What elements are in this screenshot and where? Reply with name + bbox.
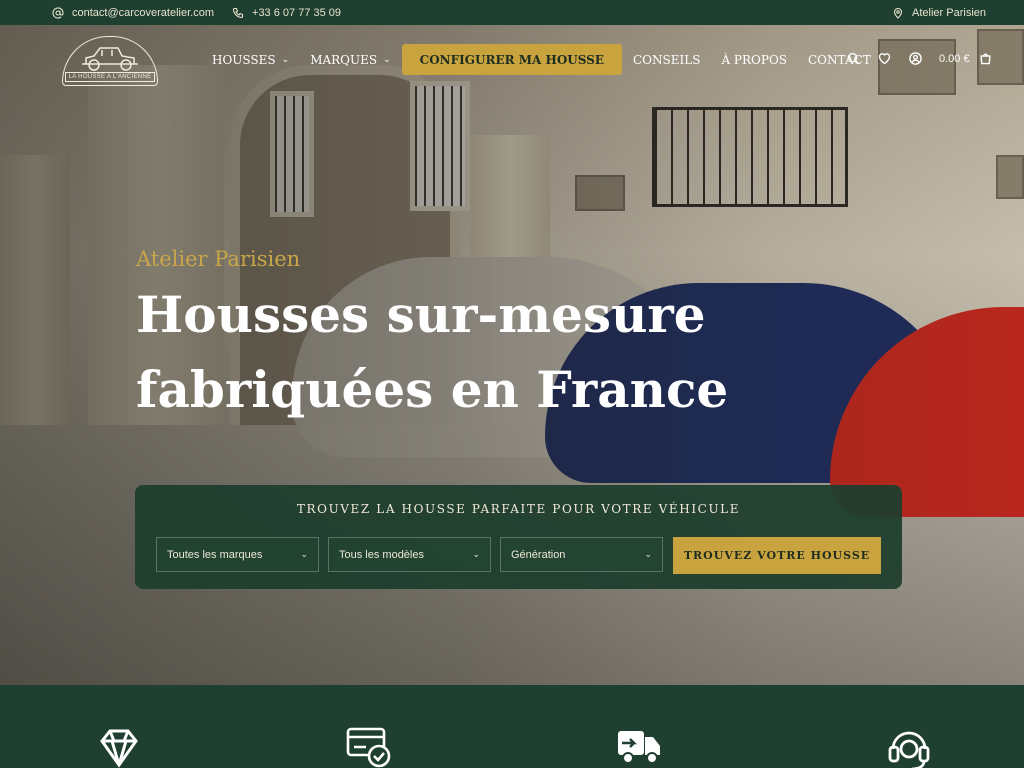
topbar-phone-text[interactable]: +33 6 07 77 35 09 bbox=[252, 7, 341, 19]
nav-item-label: MARQUES bbox=[310, 52, 378, 67]
find-cover-button[interactable]: TROUVEZ VOTRE HOUSSE bbox=[673, 537, 881, 574]
header-tools: 0.00 € bbox=[846, 51, 993, 66]
nav-item-marques[interactable]: MARQUES ⌄ bbox=[310, 53, 390, 67]
top-bar: contact@carcoveratelier.com +33 6 07 77 … bbox=[0, 0, 1024, 25]
finder-controls: Toutes les marques ⌄ Tous les modèles ⌄ … bbox=[156, 537, 881, 574]
vehicle-cover-finder: TROUVEZ LA HOUSSE PARFAITE POUR VOTRE VÉ… bbox=[135, 485, 902, 589]
feature-quality bbox=[96, 725, 142, 768]
hero-eyebrow: Atelier Parisien bbox=[136, 247, 301, 271]
site-header: LA HOUSSE A L'ANCIENNE HOUSSES ⌄ MARQUES… bbox=[0, 25, 1024, 95]
nav-item-a-propos[interactable]: À PROPOS bbox=[721, 53, 787, 67]
logo-text: LA HOUSSE A L'ANCIENNE bbox=[64, 72, 156, 82]
phone-icon bbox=[232, 7, 244, 18]
user-icon[interactable] bbox=[908, 51, 923, 66]
payment-card-icon bbox=[346, 727, 391, 768]
at-icon bbox=[52, 7, 64, 19]
nav-item-conseils[interactable]: CONSEILS bbox=[633, 53, 700, 67]
map-pin-icon bbox=[893, 7, 903, 19]
chevron-down-icon: ⌄ bbox=[472, 549, 480, 559]
diamond-icon bbox=[100, 729, 138, 768]
support-headset-icon bbox=[888, 731, 930, 768]
topbar-location[interactable]: Atelier Parisien bbox=[892, 7, 986, 19]
topbar-email[interactable]: contact@carcoveratelier.com bbox=[52, 7, 214, 19]
feature-payment bbox=[346, 725, 392, 768]
feature-delivery bbox=[616, 725, 662, 768]
chevron-down-icon: ⌄ bbox=[300, 549, 308, 559]
topbar-email-text[interactable]: contact@carcoveratelier.com bbox=[72, 7, 214, 19]
delivery-truck-icon bbox=[618, 731, 660, 764]
cart-icon[interactable] bbox=[978, 51, 993, 66]
finder-title: TROUVEZ LA HOUSSE PARFAITE POUR VOTRE VÉ… bbox=[296, 502, 741, 516]
nav-item-label: HOUSSES bbox=[212, 52, 276, 67]
nav-item-housses[interactable]: HOUSSES ⌄ bbox=[212, 53, 289, 67]
main-nav: HOUSSES ⌄ MARQUES ⌄ CONFIGURER MA HOUSSE… bbox=[212, 44, 892, 75]
brand-select-value: Toutes les marques bbox=[167, 548, 263, 561]
generation-select[interactable]: Génération ⌄ bbox=[500, 537, 663, 572]
site-logo[interactable]: LA HOUSSE A L'ANCIENNE bbox=[62, 36, 158, 86]
features-strip bbox=[0, 685, 1024, 768]
brand-select[interactable]: Toutes les marques ⌄ bbox=[156, 537, 319, 572]
feature-support bbox=[886, 725, 932, 768]
chevron-down-icon: ⌄ bbox=[383, 54, 391, 65]
chevron-down-icon: ⌄ bbox=[644, 549, 652, 559]
heart-icon[interactable] bbox=[877, 51, 892, 66]
hero-headline-line: Housses sur-mesure bbox=[136, 285, 706, 344]
vintage-car-icon bbox=[82, 47, 138, 71]
topbar-location-text[interactable]: Atelier Parisien bbox=[912, 7, 986, 19]
topbar-phone[interactable]: +33 6 07 77 35 09 bbox=[232, 7, 341, 19]
chevron-down-icon: ⌄ bbox=[281, 54, 290, 65]
cart-total[interactable]: 0.00 € bbox=[939, 53, 970, 65]
model-select-value: Tous les modèles bbox=[339, 548, 424, 561]
hero-headline: Housses sur-mesure fabriquées en France bbox=[136, 277, 728, 427]
search-icon[interactable] bbox=[846, 51, 861, 66]
hero-copy: Atelier Parisien Housses sur-mesure fabr… bbox=[136, 247, 728, 427]
configure-cover-button[interactable]: CONFIGURER MA HOUSSE bbox=[401, 44, 622, 75]
hero-headline-line: fabriquées en France bbox=[136, 360, 729, 419]
generation-select-value: Génération bbox=[511, 548, 566, 561]
model-select[interactable]: Tous les modèles ⌄ bbox=[328, 537, 491, 572]
